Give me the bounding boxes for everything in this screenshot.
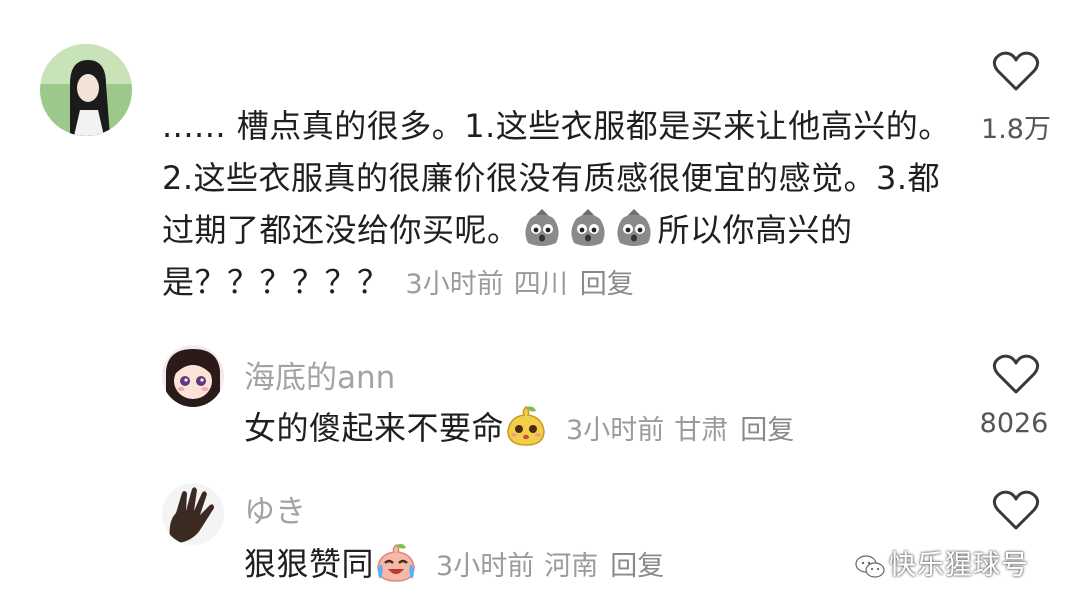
watermark-text: 快乐猩球号	[889, 550, 1029, 581]
scared-bag-emoji	[520, 205, 564, 249]
watermark: 快乐猩球号	[855, 543, 1029, 582]
wechat-icon	[855, 555, 885, 578]
avatar[interactable]	[162, 483, 224, 545]
reply-comment-text: 狠狠赞同 3小时前 河南 回复	[244, 538, 664, 593]
timestamp: 3小时前	[566, 415, 665, 446]
like-count: 1.8万	[981, 114, 1051, 145]
reply-button[interactable]: 回复	[580, 269, 634, 300]
comment-meta: 3小时前 河南 回复	[436, 551, 664, 582]
username[interactable]: ゆき	[244, 486, 306, 531]
comment-meta: 3小时前 四川 回复	[406, 269, 634, 300]
reply-button[interactable]: 回复	[740, 415, 794, 446]
avatar[interactable]	[40, 44, 132, 136]
main-comment-text: ...... 槽点真的很多。1.这些衣服都是买来让他高兴的。2.这些衣服真的很廉…	[162, 100, 952, 311]
pear-face-emoji	[504, 403, 548, 447]
like-count: 8026	[979, 408, 1049, 439]
location: 河南	[544, 551, 599, 582]
scared-bag-emoji	[566, 205, 610, 249]
username[interactable]: 海底的ann	[244, 352, 395, 397]
avatar[interactable]	[162, 345, 224, 407]
timestamp: 3小时前	[436, 551, 535, 582]
scared-bag-emoji	[612, 205, 656, 249]
comment-body: 女的傻起来不要命	[244, 409, 505, 447]
heart-icon[interactable]	[992, 353, 1040, 395]
comment-meta: 3小时前 甘肃 回复	[566, 415, 794, 446]
location: 四川	[513, 269, 568, 300]
reply-comment-text: 女的傻起来不要命 3小时前 甘肃 回复	[244, 402, 794, 457]
heart-icon[interactable]	[992, 50, 1040, 92]
location: 甘肃	[674, 415, 729, 446]
crying-laugh-emoji	[374, 539, 418, 583]
timestamp: 3小时前	[405, 269, 504, 300]
reply-button[interactable]: 回复	[610, 551, 664, 582]
heart-icon[interactable]	[992, 489, 1040, 531]
comment-body: 狠狠赞同	[244, 545, 375, 583]
